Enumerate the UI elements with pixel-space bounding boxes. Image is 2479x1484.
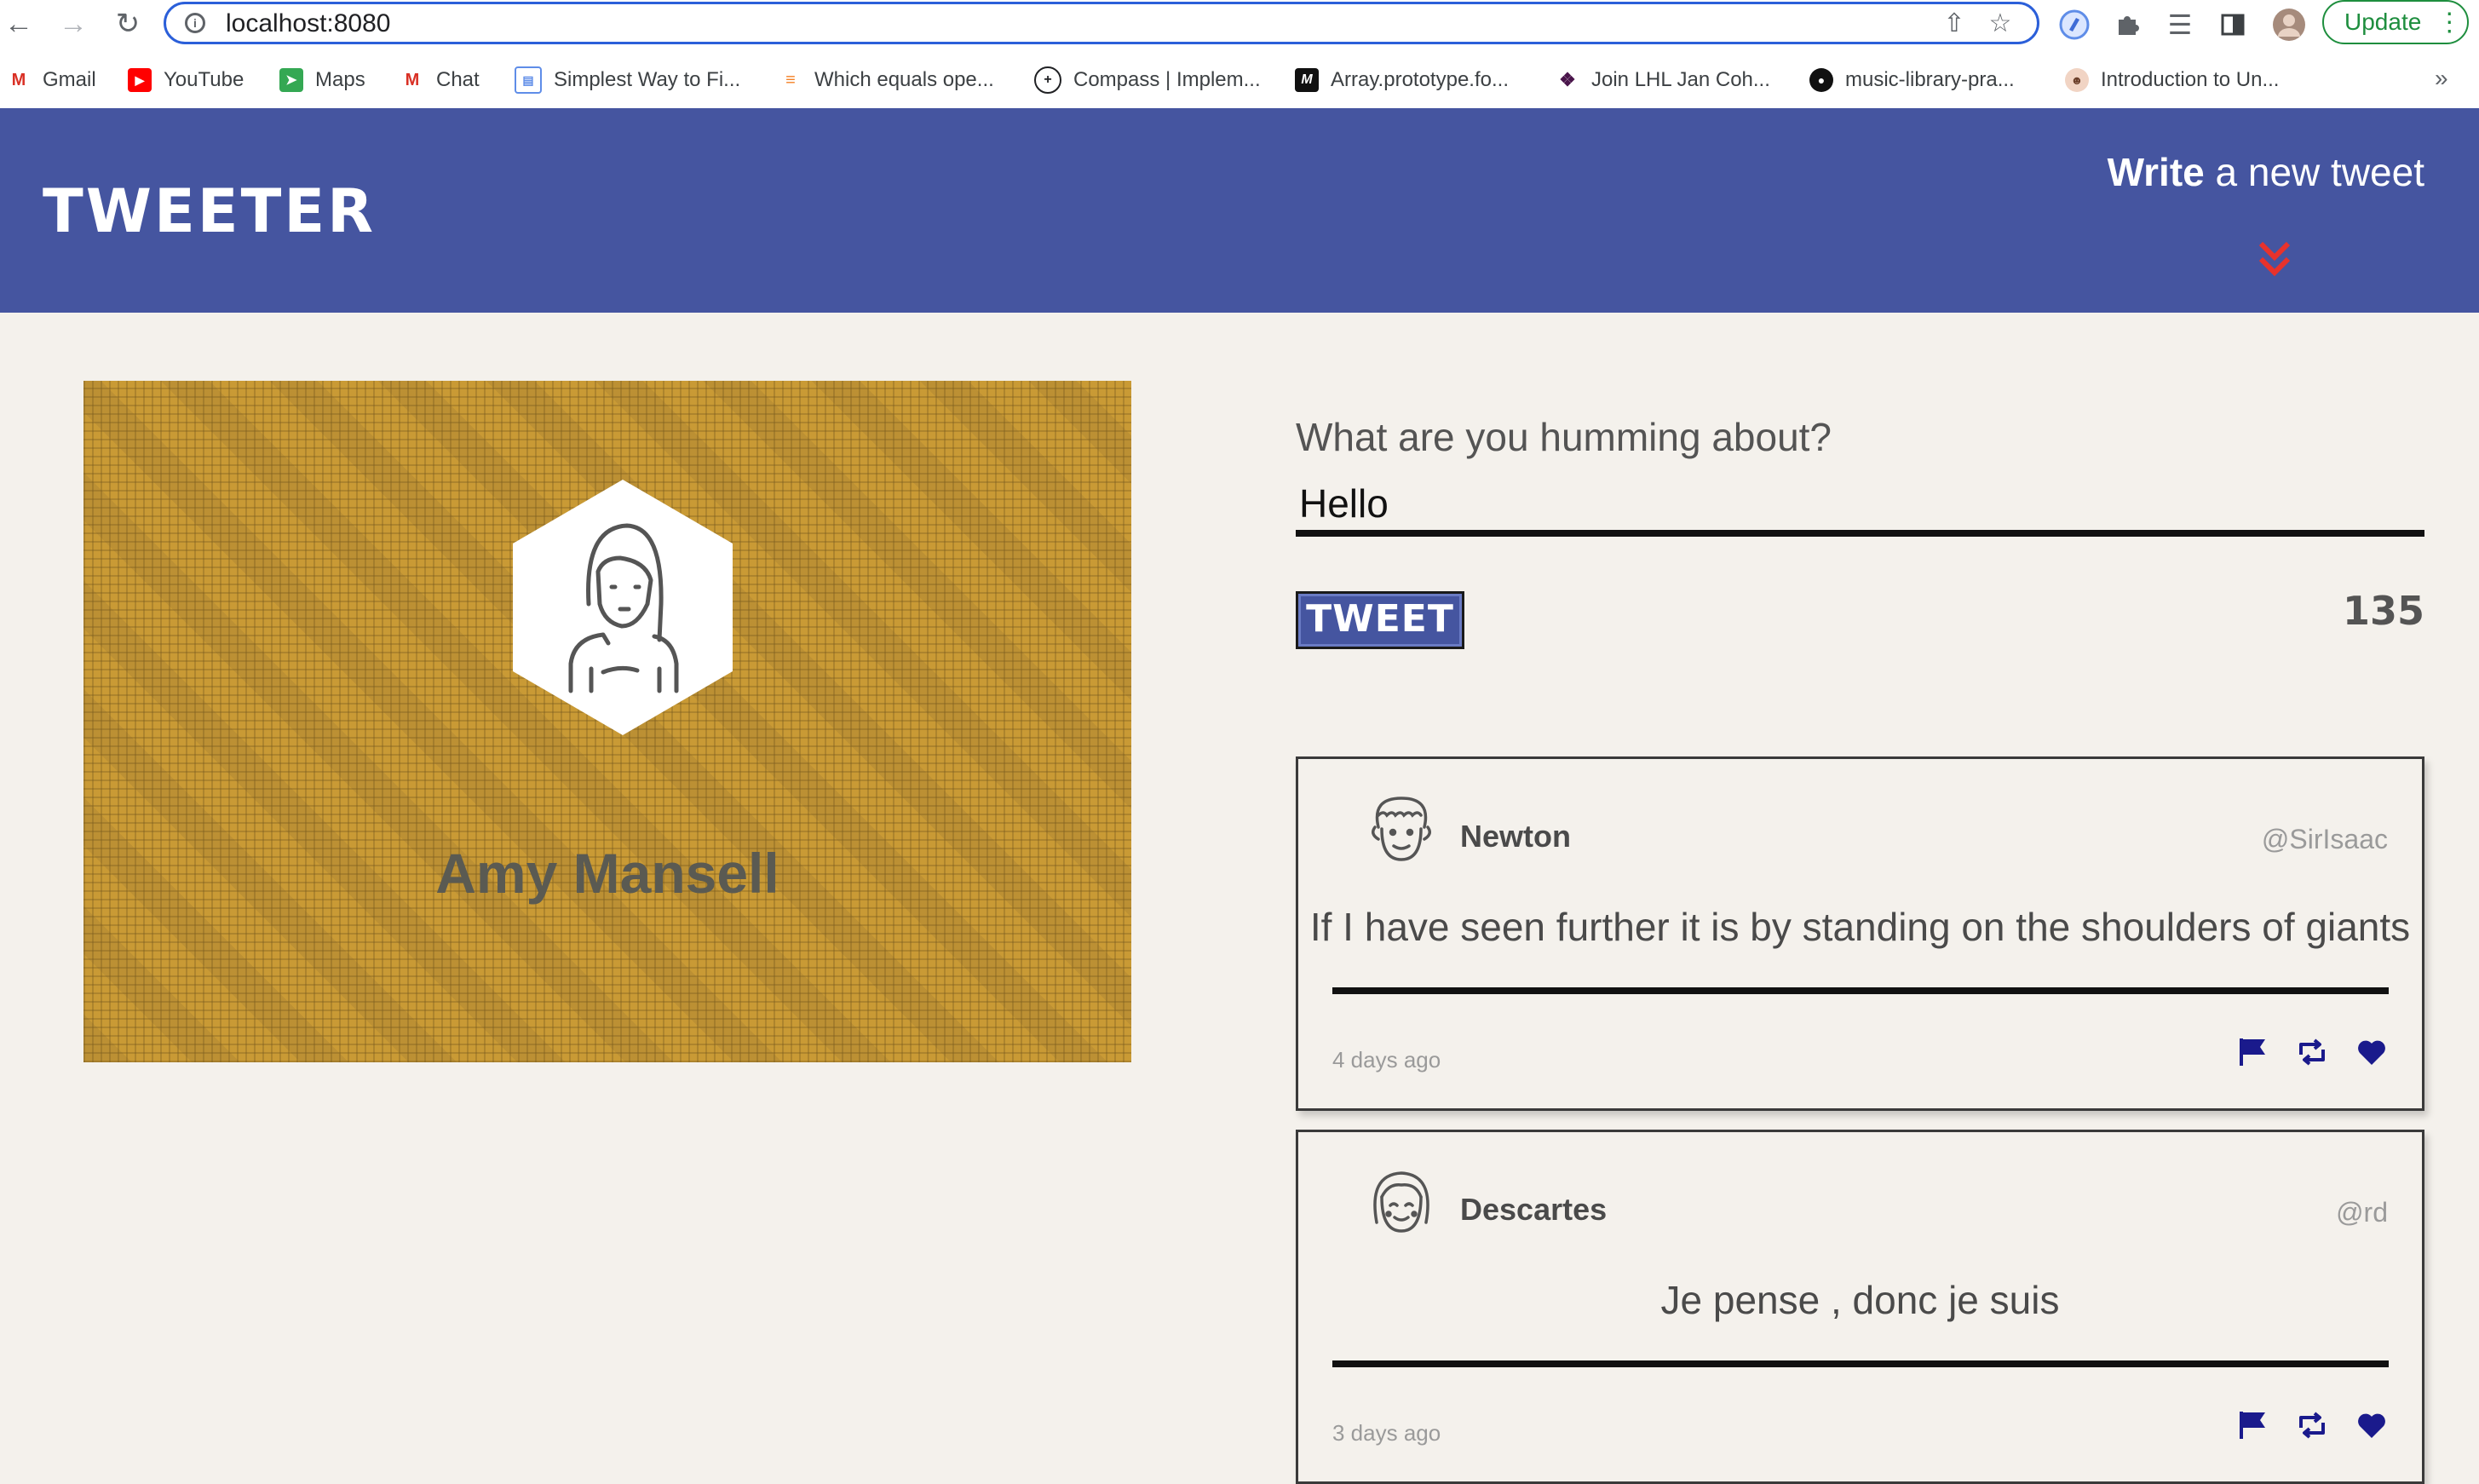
tweet-divider — [1332, 987, 2389, 994]
bookmark-label: Compass | Implem... — [1073, 68, 1261, 91]
tweet-actions — [2236, 1409, 2388, 1441]
slack-icon: ❖ — [1559, 69, 1576, 90]
extensions-puzzle-icon[interactable] — [2108, 5, 2147, 44]
bookmark-youtube[interactable]: ▶ YouTube — [128, 63, 244, 97]
tweet-card: Descartes @rd Je pense , donc je suis 3 … — [1296, 1130, 2424, 1484]
update-label: Update — [2344, 9, 2422, 35]
forward-icon[interactable]: → — [56, 7, 90, 41]
tweet-author-name: Newton — [1460, 819, 1571, 854]
tweet-timestamp: 4 days ago — [1332, 1047, 1441, 1073]
bookmark-star-icon[interactable]: ☆ — [1986, 9, 2015, 38]
youtube-icon: ▶ — [128, 68, 152, 92]
menu-dots-icon[interactable]: ⋮ — [2436, 8, 2462, 37]
tweet-input[interactable] — [1296, 477, 2424, 537]
heart-icon[interactable] — [2355, 1036, 2388, 1068]
tweet-card: Newton @SirIsaac If I have seen further … — [1296, 756, 2424, 1111]
bookmark-label: YouTube — [164, 68, 244, 91]
app-navbar: TWEETER Write a new tweet — [0, 108, 2479, 313]
gmail-icon: M — [11, 70, 26, 89]
bookmark-label: Which equals ope... — [814, 68, 994, 91]
bookmark-label: Join LHL Jan Coh... — [1591, 68, 1770, 91]
stackoverflow-icon: ≡ — [785, 70, 796, 89]
tweet-author-handle: @SirIsaac — [2261, 824, 2388, 854]
avatar-icon: ☻ — [2065, 68, 2089, 92]
character-counter: 135 — [2342, 588, 2424, 634]
brand-logo[interactable]: TWEETER — [43, 176, 376, 246]
address-bar[interactable]: i localhost:8080 ⇧ ☆ — [164, 2, 2039, 44]
profile-avatar — [513, 480, 733, 735]
newton-avatar-icon — [1372, 797, 1431, 861]
profile-avatar-icon[interactable] — [2269, 5, 2309, 44]
tweet-text: If I have seen further it is by standing… — [1309, 905, 2411, 949]
mdn-icon: M — [1295, 68, 1319, 92]
write-rest: a new tweet — [2204, 150, 2425, 194]
bookmark-chat[interactable]: M Chat — [400, 63, 480, 97]
bookmarks-overflow-button[interactable]: » — [2435, 65, 2448, 92]
page-icon: ▤ — [515, 66, 542, 94]
bookmark-label: Introduction to Un... — [2101, 68, 2280, 91]
reload-icon[interactable]: ↻ — [111, 7, 145, 41]
bookmark-label: Gmail — [43, 68, 96, 91]
compass-icon: + — [1034, 66, 1061, 94]
bookmark-music-library[interactable]: ● music-library-pra... — [1809, 63, 2015, 97]
descartes-avatar-icon — [1373, 1171, 1429, 1233]
tweet-divider — [1332, 1360, 2389, 1367]
bookmark-which-equals[interactable]: ≡ Which equals ope... — [779, 63, 994, 97]
heart-icon[interactable] — [2355, 1409, 2388, 1441]
maps-icon: ➤ — [279, 68, 303, 92]
write-new-tweet-link[interactable]: Write a new tweet — [2108, 149, 2424, 195]
retweet-icon[interactable] — [2296, 1036, 2328, 1068]
bookmark-array-prototype[interactable]: M Array.prototype.fo... — [1295, 63, 1509, 97]
bookmark-label: Array.prototype.fo... — [1331, 68, 1509, 91]
bookmark-label: Simplest Way to Fi... — [554, 68, 741, 91]
url-text: localhost:8080 — [226, 9, 391, 37]
media-queue-icon[interactable]: ☰ — [2160, 5, 2200, 44]
flag-icon[interactable] — [2236, 1409, 2269, 1441]
bookmark-introduction[interactable]: ☻ Introduction to Un... — [2065, 63, 2279, 97]
profile-card: Amy Mansell — [83, 381, 1131, 1062]
tweet-actions — [2236, 1036, 2388, 1068]
share-icon[interactable]: ⇧ — [1940, 9, 1969, 38]
tweet-author-name: Descartes — [1460, 1192, 1608, 1227]
chat-icon: M — [405, 70, 420, 89]
retweet-icon[interactable] — [2296, 1409, 2328, 1441]
side-panel-icon[interactable] — [2213, 5, 2252, 44]
bookmark-gmail[interactable]: M Gmail — [7, 63, 96, 97]
write-bold: Write — [2107, 150, 2205, 194]
bookmark-label: Chat — [436, 68, 480, 91]
tweet-button[interactable]: TWEET — [1296, 591, 1464, 649]
bookmarks-bar: M Gmail ▶ YouTube ➤ Maps M Chat ▤ Simple… — [0, 60, 2479, 102]
bookmark-simplest-way[interactable]: ▤ Simplest Way to Fi... — [515, 63, 740, 97]
profile-name: Amy Mansell — [435, 842, 779, 905]
site-info-icon[interactable]: i — [185, 13, 205, 33]
bookmark-label: Maps — [315, 68, 365, 91]
tweet-author-handle: @rd — [2336, 1197, 2388, 1228]
tweet-timestamp: 3 days ago — [1332, 1420, 1441, 1446]
double-chevron-down-icon[interactable] — [2258, 232, 2292, 283]
bookmark-compass[interactable]: + Compass | Implem... — [1034, 63, 1261, 97]
bookmark-label: music-library-pra... — [1845, 68, 2015, 91]
browser-chrome: ← → ↻ i localhost:8080 ⇧ ☆ ☰ Update ⋮ M … — [0, 0, 2479, 109]
bookmark-join-lhl[interactable]: ❖ Join LHL Jan Coh... — [1556, 63, 1770, 97]
back-icon[interactable]: ← — [2, 7, 36, 41]
flag-icon[interactable] — [2236, 1036, 2269, 1068]
update-button[interactable]: Update ⋮ — [2322, 0, 2469, 44]
github-icon: ● — [1809, 68, 1833, 92]
extension-icon[interactable] — [2055, 5, 2094, 44]
tweet-text: Je pense , donc je suis — [1660, 1278, 2060, 1322]
composer-label: What are you humming about? — [1296, 415, 1832, 459]
bookmark-maps[interactable]: ➤ Maps — [279, 63, 365, 97]
